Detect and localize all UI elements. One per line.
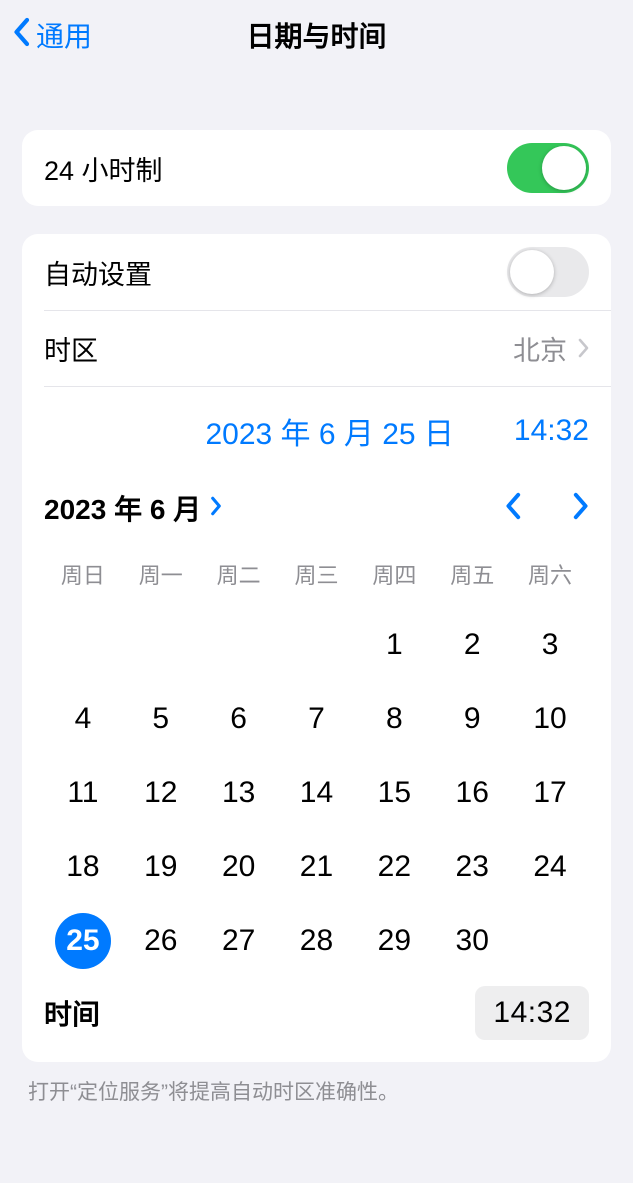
calendar-day[interactable]: 24 bbox=[511, 830, 589, 904]
calendar-day[interactable]: 12 bbox=[122, 756, 200, 830]
next-month-button[interactable] bbox=[571, 492, 589, 525]
calendar-day[interactable]: 27 bbox=[200, 904, 278, 978]
timezone-label: 时区 bbox=[44, 329, 98, 368]
calendar-day-number: 16 bbox=[444, 765, 500, 821]
calendar-day-number: 13 bbox=[211, 765, 267, 821]
calendar-day[interactable]: 14 bbox=[278, 756, 356, 830]
calendar-day[interactable]: 11 bbox=[44, 756, 122, 830]
calendar-day[interactable]: 23 bbox=[433, 830, 511, 904]
calendar-day-number: 6 bbox=[211, 691, 267, 747]
weekday-label: 周一 bbox=[122, 546, 200, 608]
calendar-day-number: 26 bbox=[133, 913, 189, 969]
calendar-day-number: 24 bbox=[522, 839, 578, 895]
calendar-day-number: 29 bbox=[366, 913, 422, 969]
calendar-day[interactable]: 7 bbox=[278, 682, 356, 756]
calendar-day-number: 14 bbox=[288, 765, 344, 821]
page-title: 日期与时间 bbox=[0, 15, 633, 55]
calendar-day[interactable]: 3 bbox=[511, 608, 589, 682]
calendar-day[interactable]: 8 bbox=[355, 682, 433, 756]
calendar-day[interactable]: 30 bbox=[433, 904, 511, 978]
calendar-day[interactable]: 13 bbox=[200, 756, 278, 830]
calendar-day[interactable]: 5 bbox=[122, 682, 200, 756]
weekday-label: 周五 bbox=[433, 546, 511, 608]
weekday-label: 周日 bbox=[44, 546, 122, 608]
prev-month-button[interactable] bbox=[505, 492, 523, 525]
calendar-day[interactable]: 25 bbox=[44, 904, 122, 978]
auto-set-row: 自动设置 bbox=[22, 234, 611, 310]
calendar-day-number: 3 bbox=[522, 617, 578, 673]
toggle-knob bbox=[510, 250, 554, 294]
calendar-day[interactable]: 22 bbox=[355, 830, 433, 904]
calendar-day-number: 20 bbox=[211, 839, 267, 895]
calendar-day-number: 11 bbox=[55, 765, 111, 821]
calendar-day-number: 2 bbox=[444, 617, 500, 673]
calendar-day[interactable]: 17 bbox=[511, 756, 589, 830]
calendar-empty-cell bbox=[44, 608, 122, 682]
calendar-day-number: 10 bbox=[522, 691, 578, 747]
calendar-day[interactable]: 10 bbox=[511, 682, 589, 756]
weekday-label: 周二 bbox=[200, 546, 278, 608]
calendar-day[interactable]: 4 bbox=[44, 682, 122, 756]
calendar-day-number: 15 bbox=[366, 765, 422, 821]
calendar-day[interactable]: 16 bbox=[433, 756, 511, 830]
calendar-day-number: 4 bbox=[55, 691, 111, 747]
calendar-day[interactable]: 15 bbox=[355, 756, 433, 830]
chevron-right-icon bbox=[209, 492, 223, 524]
calendar-empty-cell bbox=[122, 608, 200, 682]
calendar-day[interactable]: 26 bbox=[122, 904, 200, 978]
weekday-label: 周六 bbox=[511, 546, 589, 608]
time-picker-button[interactable]: 14:32 bbox=[475, 986, 589, 1040]
weekday-label: 周三 bbox=[278, 546, 356, 608]
calendar-day-number: 8 bbox=[366, 691, 422, 747]
calendar-day-number: 9 bbox=[444, 691, 500, 747]
time-label: 时间 bbox=[44, 993, 100, 1033]
calendar-day-number: 1 bbox=[366, 617, 422, 673]
footer-note: 打开“定位服务”将提高自动时区准确性。 bbox=[28, 1076, 605, 1106]
calendar-empty-cell bbox=[278, 608, 356, 682]
auto-set-label: 自动设置 bbox=[44, 253, 152, 292]
timezone-row[interactable]: 时区 北京 bbox=[22, 310, 611, 386]
month-label: 2023 年 6 月 bbox=[44, 488, 201, 528]
calendar-day-number: 30 bbox=[444, 913, 500, 969]
back-label: 通用 bbox=[36, 15, 92, 55]
calendar-day-number: 25 bbox=[55, 913, 111, 969]
calendar-day[interactable]: 1 bbox=[355, 608, 433, 682]
calendar-day-number: 23 bbox=[444, 839, 500, 895]
toggle-knob bbox=[542, 146, 586, 190]
calendar-day-number: 5 bbox=[133, 691, 189, 747]
calendar-empty-cell bbox=[200, 608, 278, 682]
calendar-day[interactable]: 6 bbox=[200, 682, 278, 756]
calendar-day[interactable]: 21 bbox=[278, 830, 356, 904]
timezone-value: 北京 bbox=[513, 329, 567, 368]
twenty-four-hour-label: 24 小时制 bbox=[44, 149, 163, 188]
chevron-right-icon bbox=[577, 338, 589, 358]
auto-set-toggle[interactable] bbox=[507, 247, 589, 297]
calendar-day-number: 21 bbox=[288, 839, 344, 895]
twenty-four-hour-row: 24 小时制 bbox=[22, 130, 611, 206]
calendar-day[interactable]: 2 bbox=[433, 608, 511, 682]
calendar-day-number: 19 bbox=[133, 839, 189, 895]
calendar-day-number: 17 bbox=[522, 765, 578, 821]
calendar-day[interactable]: 20 bbox=[200, 830, 278, 904]
calendar-day[interactable]: 29 bbox=[355, 904, 433, 978]
calendar-day[interactable]: 19 bbox=[122, 830, 200, 904]
chevron-left-icon bbox=[12, 17, 36, 54]
calendar-day[interactable]: 9 bbox=[433, 682, 511, 756]
calendar-day-number: 22 bbox=[366, 839, 422, 895]
selected-date-button[interactable]: 2023 年 6 月 25 日 bbox=[205, 409, 453, 453]
calendar-day[interactable]: 28 bbox=[278, 904, 356, 978]
calendar-day-number: 18 bbox=[55, 839, 111, 895]
calendar-day-number: 27 bbox=[211, 913, 267, 969]
calendar-day-number: 7 bbox=[288, 691, 344, 747]
calendar-day[interactable]: 18 bbox=[44, 830, 122, 904]
calendar-day-number: 12 bbox=[133, 765, 189, 821]
calendar-day-number: 28 bbox=[288, 913, 344, 969]
weekday-label: 周四 bbox=[355, 546, 433, 608]
twenty-four-hour-toggle[interactable] bbox=[507, 143, 589, 193]
selected-time-button[interactable]: 14:32 bbox=[514, 414, 589, 448]
month-picker-button[interactable]: 2023 年 6 月 bbox=[44, 488, 223, 528]
back-button[interactable]: 通用 bbox=[12, 0, 92, 70]
